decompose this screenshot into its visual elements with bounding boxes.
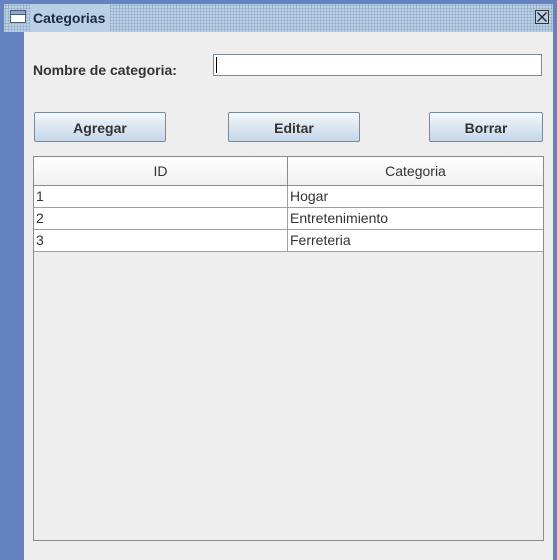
categories-table[interactable]: ID Categoria 1 Hogar 2 Entretenimiento 3… xyxy=(33,156,544,541)
add-button[interactable]: Agregar xyxy=(34,112,166,142)
cell-id: 1 xyxy=(34,186,288,207)
window-frame: Categorias Nombre de categoria: Agregar … xyxy=(0,0,557,560)
category-name-input[interactable] xyxy=(213,54,542,76)
window-title: Categorias xyxy=(30,4,111,32)
close-icon[interactable] xyxy=(535,10,549,24)
table-row[interactable]: 1 Hogar xyxy=(34,186,543,208)
cell-categoria: Hogar xyxy=(290,188,329,204)
edit-button[interactable]: Editar xyxy=(228,112,360,142)
category-name-label: Nombre de categoria: xyxy=(33,62,177,78)
table-header: ID Categoria xyxy=(34,157,543,186)
delete-button[interactable]: Borrar xyxy=(429,112,543,142)
window-icon xyxy=(10,10,26,23)
window-content: Nombre de categoria: Agregar Editar Borr… xyxy=(24,32,553,560)
cell-id: 3 xyxy=(34,230,288,251)
table-row[interactable]: 3 Ferreteria xyxy=(34,230,543,252)
table-row[interactable]: 2 Entretenimiento xyxy=(34,208,543,230)
text-caret xyxy=(216,57,217,73)
cell-categoria: Ferreteria xyxy=(290,232,351,248)
cell-id: 2 xyxy=(34,208,288,229)
column-header-categoria[interactable]: Categoria xyxy=(288,157,543,185)
cell-categoria: Entretenimiento xyxy=(290,210,389,226)
title-bar[interactable]: Categorias xyxy=(4,4,553,32)
column-header-id[interactable]: ID xyxy=(34,157,288,185)
